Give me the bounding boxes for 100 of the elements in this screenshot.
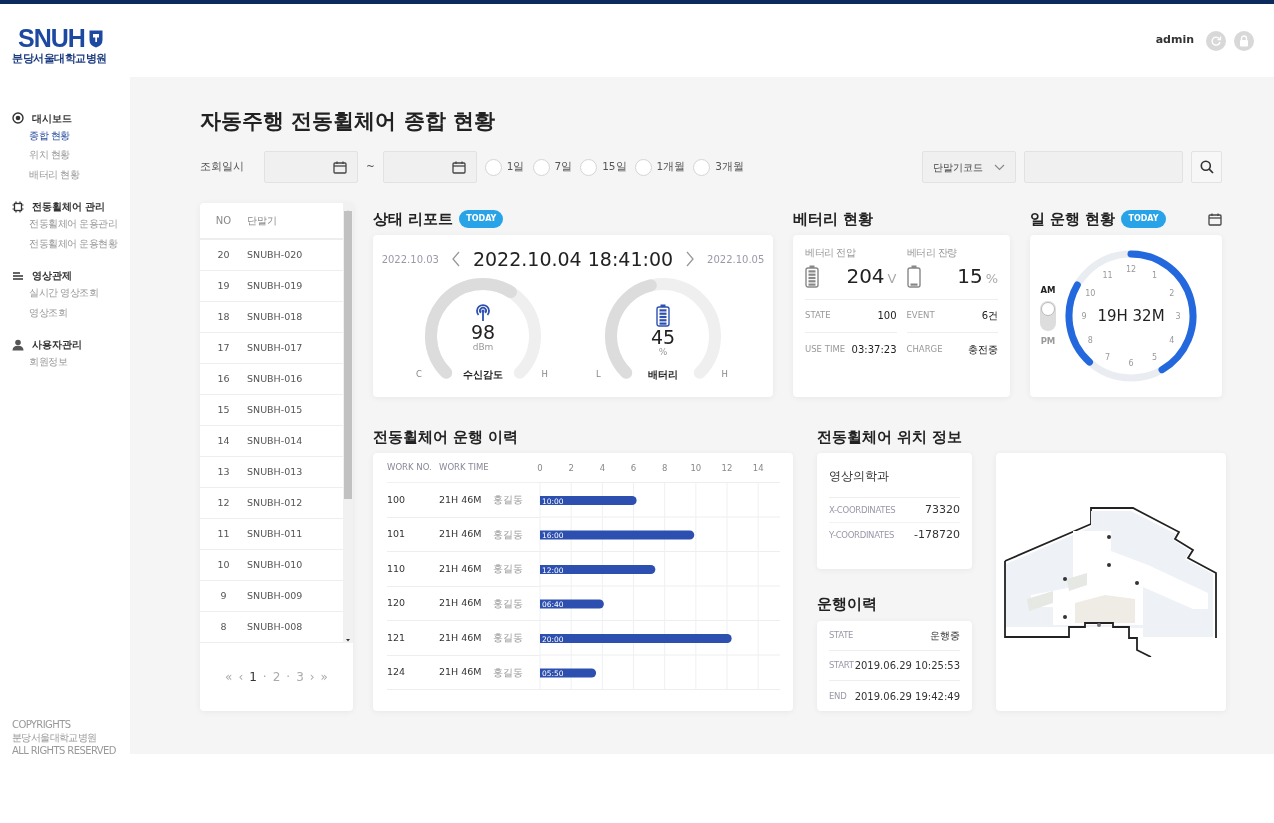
menu-item[interactable]: 종합 현황 <box>12 125 130 146</box>
chevron-right-icon[interactable] <box>685 251 696 268</box>
table-cell[interactable]: 9 <box>200 588 247 604</box>
clock-number: 11 <box>1102 271 1113 281</box>
table-cell-text: 홍길동 <box>493 527 523 542</box>
table-cell-text: 홍길동 <box>493 493 523 508</box>
calendar-icon[interactable] <box>1208 212 1222 226</box>
clock-number: 6 <box>1128 359 1134 368</box>
table-cell[interactable]: SNUBH-019 <box>247 278 303 294</box>
table-cell[interactable]: SNUBH-010 <box>247 557 303 573</box>
table-cell[interactable]: SNUBH-018 <box>247 309 303 325</box>
radio-label[interactable]: 3개월 <box>715 159 744 175</box>
axis-tick-label: 2 <box>568 463 574 473</box>
radio-button[interactable] <box>580 158 598 176</box>
stat-label: CHARGE <box>906 342 943 356</box>
menu-group-title[interactable]: 전동휠체어 관리 <box>32 199 106 215</box>
table-cell[interactable]: SNUBH-009 <box>247 588 303 604</box>
lock-button[interactable] <box>1234 30 1254 51</box>
table-cell[interactable]: 11 <box>200 526 247 542</box>
code-select[interactable]: 단말기코드 <box>922 151 1016 183</box>
radio-button[interactable] <box>693 158 711 176</box>
copyright-text: 분당서울대학교병원 <box>12 731 98 744</box>
scrollbar[interactable] <box>343 203 353 643</box>
page-link[interactable]: 1 <box>249 668 257 686</box>
axis-tick-label: 12 <box>721 463 733 473</box>
menu-icon <box>12 269 24 282</box>
table-cell: 110 <box>387 561 406 576</box>
table-cell[interactable]: 8 <box>200 619 247 635</box>
table-cell: 21H 46M <box>439 561 482 576</box>
radio-button[interactable] <box>634 158 652 176</box>
table-cell-text: 홍길동 <box>493 631 523 646</box>
clock-number: 3 <box>1175 312 1181 321</box>
date-field[interactable] <box>264 151 358 183</box>
table-cell[interactable]: SNUBH-020 <box>247 247 303 263</box>
table-cell[interactable]: 19 <box>200 278 247 294</box>
target-icon <box>12 112 24 125</box>
column-header: WORK TIME <box>439 453 493 483</box>
date-field[interactable] <box>382 151 477 183</box>
radio-button[interactable] <box>532 158 550 176</box>
table-cell[interactable]: SNUBH-015 <box>247 402 303 418</box>
chevron-left-icon[interactable] <box>450 251 461 268</box>
radio-label[interactable]: 7일 <box>554 159 573 175</box>
field-value: 운행중 <box>930 629 960 643</box>
table-cell: 21H 46M <box>439 630 482 645</box>
table-cell[interactable]: 12 <box>200 495 247 511</box>
menu-group-title[interactable]: 대시보드 <box>32 110 72 126</box>
gauge-label: 수신감도 <box>463 367 503 382</box>
clock-number: 1 <box>1151 271 1158 281</box>
gauge-value: 45 <box>650 326 676 347</box>
field-label: Y-COORDINATES <box>829 529 895 542</box>
table-cell[interactable]: 15 <box>200 402 247 418</box>
reading-label: 베터리 잔량 <box>906 246 958 260</box>
table-cell[interactable]: SNUBH-013 <box>247 464 303 480</box>
axis-tick-label: 8 <box>661 463 668 473</box>
clock-number: 7 <box>1104 352 1111 362</box>
radio-label[interactable]: 1일 <box>506 159 525 175</box>
calendar-icon <box>333 160 347 174</box>
battery-icon <box>906 264 921 288</box>
table-cell[interactable]: 10 <box>200 557 247 573</box>
column-header: 단말기 <box>247 214 277 228</box>
menu-group-title[interactable]: 영상관제 <box>32 268 72 284</box>
table-cell[interactable]: SNUBH-014 <box>247 433 303 449</box>
duration-bar <box>540 668 597 678</box>
table-cell[interactable]: 18 <box>200 309 247 325</box>
table-cell[interactable]: 16 <box>200 371 247 387</box>
page-title: 자동주행 전동휠체어 종합 현황 <box>200 108 496 135</box>
field-value: -178720 <box>914 527 960 544</box>
axis-tick-label: 4 <box>599 463 606 473</box>
axis-tick-label: 6 <box>630 463 637 473</box>
gauge-max-label: H <box>541 367 548 381</box>
scroll-down-icon[interactable] <box>343 638 353 643</box>
menu-group-title[interactable]: 사용자관리 <box>32 337 82 353</box>
axis-tick-label: 14 <box>752 463 764 473</box>
search-button[interactable] <box>1191 151 1222 183</box>
radio-label[interactable]: 1개월 <box>656 159 686 175</box>
current-datetime: 2022.10.04 18:41:00 <box>472 247 674 272</box>
table-cell[interactable]: SNUBH-017 <box>247 340 303 356</box>
table-cell[interactable]: 13 <box>200 464 247 480</box>
table-cell[interactable]: SNUBH-012 <box>247 495 303 511</box>
table-cell[interactable]: 14 <box>200 433 247 449</box>
reading-label: 베터리 전압 <box>805 246 857 260</box>
range-separator: ~ <box>366 159 375 175</box>
radio-button[interactable] <box>484 158 502 176</box>
table-cell: 101 <box>387 527 406 542</box>
clock-number: 9 <box>1081 312 1087 321</box>
table-cell[interactable]: SNUBH-016 <box>247 371 303 387</box>
user-name: admin <box>1155 32 1194 49</box>
clock-number: 5 <box>1151 352 1158 362</box>
table-cell-text: 홍길동 <box>493 665 523 680</box>
am-pm-toggle[interactable] <box>1040 301 1056 331</box>
antenna-icon <box>475 303 491 322</box>
table-cell: 21H 46M <box>439 665 482 680</box>
radio-label[interactable]: 15일 <box>602 159 627 175</box>
table-cell: 21H 46M <box>439 527 482 542</box>
table-cell[interactable]: 20 <box>200 247 247 263</box>
table-cell[interactable]: SNUBH-011 <box>247 526 303 542</box>
table-cell[interactable]: SNUBH-008 <box>247 619 303 635</box>
refresh-button[interactable] <box>1206 30 1226 51</box>
table-cell: 120 <box>387 596 406 611</box>
table-cell[interactable]: 17 <box>200 340 247 356</box>
